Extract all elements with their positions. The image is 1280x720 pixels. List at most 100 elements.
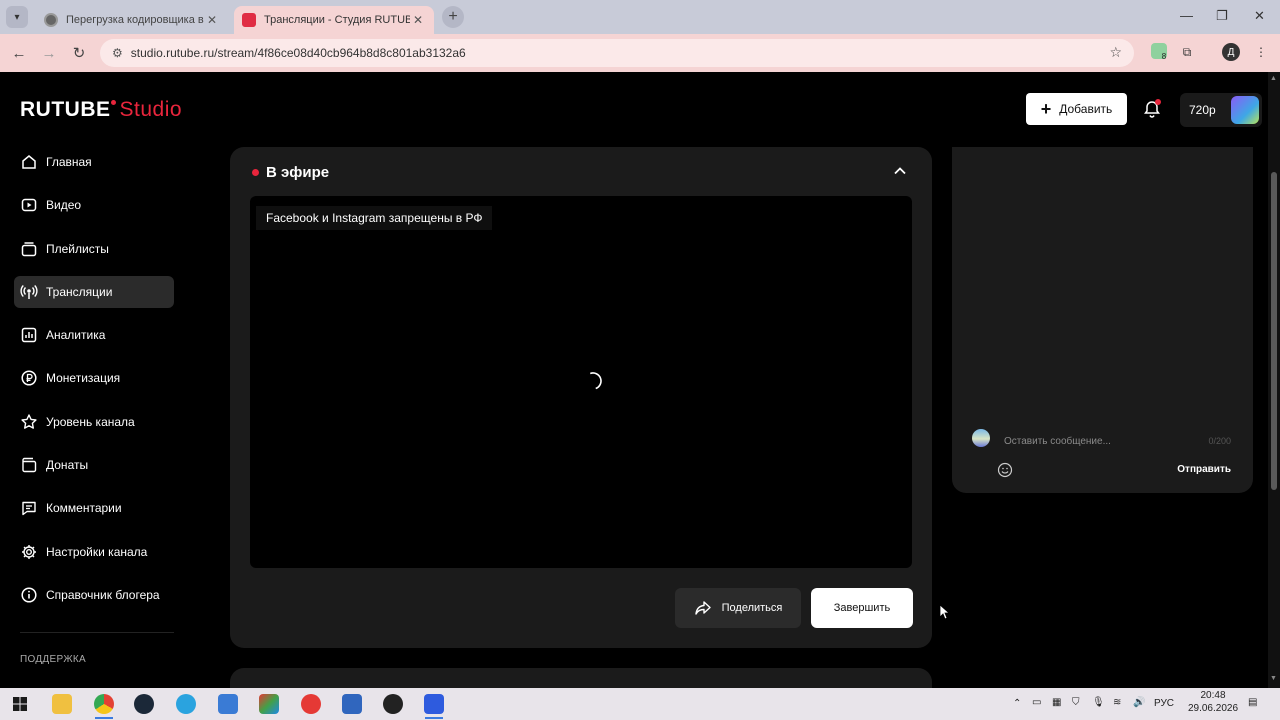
extension-badge: 8: [1161, 51, 1167, 61]
messenger-icon[interactable]: [424, 694, 444, 714]
close-icon[interactable]: ✕: [204, 13, 220, 27]
gear-icon: [22, 544, 36, 559]
active-app-indicator: [95, 717, 113, 719]
notification-center-icon[interactable]: ▤: [1248, 697, 1257, 708]
language-indicator[interactable]: РУС: [1154, 698, 1174, 709]
profile-avatar[interactable]: Д: [1222, 43, 1240, 61]
chat-send-button[interactable]: Отправить: [1177, 464, 1231, 475]
sidebar-item-label: Справочник блогера: [46, 587, 160, 602]
chat-message-input[interactable]: Оставить сообщение...: [1004, 436, 1111, 447]
scroll-down-arrow-icon[interactable]: ▼: [1270, 675, 1277, 682]
extension-icon[interactable]: 8: [1151, 43, 1167, 61]
close-icon[interactable]: ✕: [410, 13, 426, 27]
rutube-studio-app: RUTUBE Studio + Добавить 720р Главная Вид…: [0, 72, 1268, 698]
analytics-icon: [21, 327, 37, 343]
balance-label: 720р: [1189, 103, 1216, 117]
live-stream-card: В эфире Facebook и Instagram запрещены в…: [230, 147, 932, 648]
sidebar-item-video[interactable]: Видео: [14, 189, 174, 221]
ruble-icon: [21, 370, 37, 387]
address-bar: ← → ↻ ⚙ studio.rutube.ru/stream/4f86ce08…: [0, 34, 1280, 72]
sidebar-nav: Главная Видео Плейлисты Трансляции Анали…: [14, 146, 174, 622]
sidebar-item-playlists[interactable]: Плейлисты: [14, 233, 174, 265]
home-icon: [22, 155, 36, 169]
url-field[interactable]: ⚙ studio.rutube.ru/stream/4f86ce08d40cb9…: [100, 39, 1134, 67]
star-icon: [21, 414, 37, 429]
browser-menu-icon[interactable]: ⋮: [1252, 43, 1270, 61]
tray-app-icon[interactable]: ▦: [1052, 697, 1061, 708]
sidebar-item-channel-settings[interactable]: Настройки канала: [14, 536, 174, 568]
forward-icon[interactable]: →: [34, 45, 64, 62]
wifi-icon[interactable]: ≋: [1113, 697, 1121, 708]
broadcast-icon: [20, 284, 38, 299]
account-menu[interactable]: 720р: [1180, 93, 1262, 127]
clock-date: 29.06.2026: [1187, 703, 1239, 714]
tab-search-button[interactable]: ▾: [6, 6, 28, 28]
sidebar-item-label: Настройки канала: [46, 544, 148, 559]
mouse-cursor-icon: [939, 604, 951, 620]
tray-expand-icon[interactable]: ⌃: [1013, 698, 1021, 709]
sidebar-item-home[interactable]: Главная: [14, 146, 174, 178]
sidebar-item-label: Монетизация: [46, 371, 121, 386]
loading-spinner-icon: [589, 372, 602, 390]
site-settings-icon[interactable]: ⚙: [112, 46, 123, 60]
windows-start-icon[interactable]: [10, 694, 30, 714]
extensions-puzzle-icon[interactable]: ⧉: [1178, 43, 1196, 61]
sidebar-item-analytics[interactable]: Аналитика: [14, 319, 174, 351]
notification-badge: [1155, 99, 1161, 105]
browser-tab-bar: ▾ Перегрузка кодировщика в п ✕ Трансляци…: [0, 0, 1280, 34]
microphone-icon[interactable]: 🎙: [1092, 697, 1105, 708]
notifications-bell-icon[interactable]: [1142, 99, 1162, 119]
steam-icon[interactable]: [134, 694, 154, 714]
minimize-icon[interactable]: —: [1180, 8, 1193, 23]
sidebar-item-label: Донаты: [46, 458, 89, 473]
tab-favicon-icon: [44, 13, 58, 27]
windows-taskbar: ⌃ ▭ ▦ ⛉ 🎙 ≋ 🔊 РУС: [0, 688, 1280, 720]
browser-tab-active[interactable]: Трансляции - Студия RUTUBE ✕: [234, 6, 434, 34]
scrollbar-thumb[interactable]: [1271, 172, 1277, 490]
chevron-up-icon[interactable]: [892, 163, 908, 179]
sidebar-item-broadcasts[interactable]: Трансляции: [14, 275, 174, 308]
emoji-icon[interactable]: [997, 462, 1013, 478]
volume-icon[interactable]: 🔊: [1133, 697, 1145, 708]
sidebar-item-label: Плейлисты: [46, 241, 109, 256]
chrome-icon[interactable]: [94, 694, 114, 714]
sidebar-item-donations[interactable]: Донаты: [14, 449, 174, 481]
window-close-icon[interactable]: ✕: [1254, 8, 1265, 24]
reload-icon[interactable]: ↻: [64, 44, 94, 62]
back-icon[interactable]: ←: [4, 45, 34, 62]
end-stream-button[interactable]: Завершить: [811, 588, 913, 628]
sidebar-item-label: Комментарии: [46, 501, 122, 516]
tray-app-icon[interactable]: ▭: [1032, 697, 1041, 708]
tray-shield-icon[interactable]: ⛉: [1072, 697, 1080, 708]
plus-icon: +: [1040, 98, 1052, 119]
maximize-icon[interactable]: ❐: [1216, 8, 1228, 24]
sidebar-item-label: Главная: [46, 155, 92, 169]
chat-char-counter: 0/200: [1208, 436, 1231, 446]
add-button-label: Добавить: [1059, 102, 1113, 116]
sidebar-item-label: Аналитика: [46, 328, 106, 343]
store-icon[interactable]: [218, 694, 238, 714]
new-tab-button[interactable]: +: [442, 6, 464, 28]
sidebar-item-comments[interactable]: Комментарии: [14, 492, 174, 524]
sidebar-item-monetization[interactable]: Монетизация: [14, 362, 174, 394]
logo-dot: [110, 100, 116, 105]
obs-icon[interactable]: [383, 694, 403, 714]
bookmark-star-icon[interactable]: ☆: [1109, 44, 1122, 61]
app-window-icon[interactable]: [342, 694, 362, 714]
live-status-label: В эфире: [266, 164, 330, 181]
stream-player[interactable]: Facebook и Instagram запрещены в РФ: [250, 196, 912, 568]
app-grid-icon[interactable]: [259, 694, 279, 714]
share-button[interactable]: Поделиться: [675, 588, 801, 628]
browser-tab[interactable]: Перегрузка кодировщика в п ✕: [36, 6, 228, 34]
sidebar-item-blogger-guide[interactable]: Справочник блогера: [14, 579, 174, 611]
end-stream-label: Завершить: [833, 602, 891, 614]
rutube-studio-logo[interactable]: RUTUBE Studio: [20, 98, 182, 122]
taskbar-clock[interactable]: 20:48 29.06.2026: [1185, 689, 1241, 715]
page-scrollbar[interactable]: ▲ ▼: [1268, 72, 1280, 688]
file-explorer-icon[interactable]: [52, 694, 72, 714]
telegram-icon[interactable]: [176, 694, 196, 714]
sidebar-item-channel-level[interactable]: Уровень канала: [14, 406, 174, 438]
scroll-up-arrow-icon[interactable]: ▲: [1270, 75, 1277, 82]
add-button[interactable]: + Добавить: [1026, 93, 1127, 125]
yandex-browser-icon[interactable]: [301, 694, 321, 714]
